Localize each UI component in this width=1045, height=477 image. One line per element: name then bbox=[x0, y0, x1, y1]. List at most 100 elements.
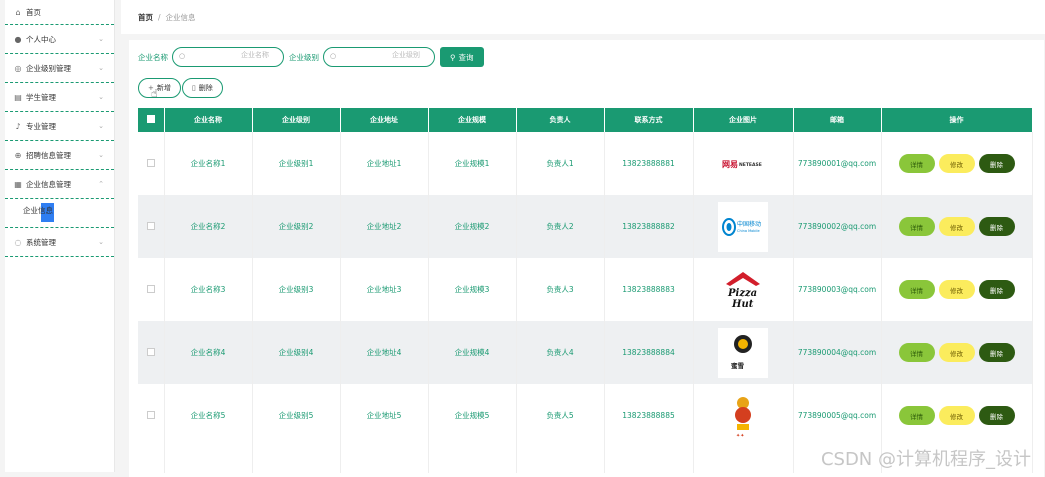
mixue-logo: 蜜雪 bbox=[718, 327, 768, 378]
sidebar-item-label: 系统管理 bbox=[26, 237, 56, 247]
svg-text:✦✦: ✦✦ bbox=[736, 433, 744, 439]
detail-button[interactable]: 详情 bbox=[898, 406, 935, 425]
partial-cell bbox=[516, 447, 605, 473]
row-delete-button[interactable]: 删除 bbox=[978, 280, 1015, 299]
breadcrumb-home[interactable]: 首页 bbox=[138, 12, 153, 23]
row-checkbox[interactable] bbox=[146, 410, 155, 419]
row-select-cell[interactable] bbox=[138, 384, 165, 447]
svg-text:中国移动: 中国移动 bbox=[737, 220, 761, 228]
sidebar-item-recruit[interactable]: ⊕ 招聘信息管理 ⌄ bbox=[5, 141, 114, 170]
sidebar-item-system[interactable]: ◌ 系统管理 ⌄ bbox=[5, 228, 114, 257]
owner-cell: 负责人5 bbox=[516, 384, 605, 447]
operations-group: 详情 修改 删除 bbox=[882, 280, 1032, 299]
logo-cell: ✦✦ bbox=[693, 384, 794, 447]
sidebar-item-label: 招聘信息管理 bbox=[26, 150, 71, 160]
select-all-cell[interactable] bbox=[138, 108, 165, 132]
phone-cell: 13823888881 bbox=[604, 132, 694, 195]
company-name-cell: 企业名称5 bbox=[164, 384, 253, 447]
company-level-cell: 企业级别4 bbox=[252, 321, 341, 384]
major-icon: ♪ bbox=[15, 121, 21, 131]
logo-cell: 蜜雪 bbox=[693, 321, 794, 384]
logo-cell: 网易 NETEASE bbox=[693, 132, 794, 195]
add-button-label: 新增 bbox=[156, 84, 171, 92]
sidebar-item-home[interactable]: ⌂ 首页 bbox=[5, 0, 114, 25]
detail-button[interactable]: 详情 bbox=[898, 217, 935, 236]
mascot-logo: ✦✦ bbox=[718, 390, 768, 441]
row-select-cell[interactable] bbox=[138, 195, 165, 258]
query-button[interactable]: ⚲ 查询 bbox=[440, 47, 484, 67]
breadcrumb: 首页 / 企业信息 bbox=[121, 0, 1045, 34]
owner-cell: 负责人3 bbox=[516, 258, 605, 321]
phone-cell: 13823888885 bbox=[604, 384, 694, 447]
row-checkbox[interactable] bbox=[146, 221, 155, 230]
row-select-cell[interactable] bbox=[138, 258, 165, 321]
column-header: 企业名称 bbox=[164, 108, 253, 132]
partial-cell bbox=[252, 447, 341, 473]
owner-cell: 负责人2 bbox=[516, 195, 605, 258]
svg-text:蜜雪: 蜜雪 bbox=[731, 361, 745, 370]
row-checkbox[interactable] bbox=[146, 347, 155, 356]
partial-cell bbox=[164, 447, 253, 473]
add-button[interactable]: + 新增 bbox=[138, 78, 181, 98]
app-root: ⌂ 首页 ● 个人中心 ⌄ ◎ 企业级别管理 ⌄ ▤ 学生管理 ⌄ ♪ 专业管理… bbox=[0, 0, 1045, 477]
svg-text:NETEASE: NETEASE bbox=[739, 162, 762, 168]
row-checkbox[interactable] bbox=[146, 158, 155, 167]
sidebar-item-profile[interactable]: ● 个人中心 ⌄ bbox=[5, 25, 114, 54]
operations-group: 详情 修改 删除 bbox=[882, 343, 1032, 362]
sidebar-item-students[interactable]: ▤ 学生管理 ⌄ bbox=[5, 83, 114, 112]
sidebar-item-company-level[interactable]: ◎ 企业级别管理 ⌄ bbox=[5, 54, 114, 83]
sidebar-item-label: 企业信息管理 bbox=[26, 179, 71, 189]
detail-button[interactable]: 详情 bbox=[898, 343, 935, 362]
table-row: 企业名称2 企业级别2 企业地址2 企业规模2 负责人2 13823888882… bbox=[138, 195, 1033, 258]
operations-cell: 详情 修改 删除 bbox=[881, 258, 1033, 321]
edit-button[interactable]: 修改 bbox=[938, 280, 975, 299]
detail-button[interactable]: 详情 bbox=[898, 154, 935, 173]
row-delete-button[interactable]: 删除 bbox=[978, 343, 1015, 362]
column-header: 操作 bbox=[881, 108, 1033, 132]
search-form: 企业名称 ○ 企业级别 ○ ⚲ 查询 bbox=[138, 47, 484, 67]
trash-icon: ▯ bbox=[191, 84, 196, 92]
company-level-field[interactable]: ○ bbox=[323, 47, 435, 67]
main-area: 首页 / 企业信息 企业名称 ○ 企业级别 ○ ⚲ 查询 bbox=[121, 0, 1045, 477]
row-delete-button[interactable]: 删除 bbox=[978, 154, 1015, 173]
delete-button[interactable]: ▯ 删除 bbox=[181, 78, 223, 98]
sidebar-item-company-info[interactable]: ▦ 企业信息管理 ⌃ bbox=[5, 170, 114, 199]
edit-button[interactable]: 修改 bbox=[938, 217, 975, 236]
search-icon: ○ bbox=[179, 52, 186, 60]
sidebar-item-majors[interactable]: ♪ 专业管理 ⌄ bbox=[5, 112, 114, 141]
row-select-cell[interactable] bbox=[138, 132, 165, 195]
chevron-down-icon: ⌄ bbox=[98, 238, 104, 246]
edit-button[interactable]: 修改 bbox=[938, 406, 975, 425]
company-address-cell: 企业地址3 bbox=[340, 258, 429, 321]
column-header: 企业图片 bbox=[693, 108, 794, 132]
partial-cell bbox=[340, 447, 429, 473]
row-checkbox[interactable] bbox=[146, 284, 155, 293]
select-all-checkbox[interactable] bbox=[146, 115, 155, 123]
partial-cell bbox=[138, 447, 165, 473]
table-row: 企业名称1 企业级别1 企业地址1 企业规模1 负责人1 13823888881… bbox=[138, 132, 1033, 195]
row-delete-button[interactable]: 删除 bbox=[978, 406, 1015, 425]
edit-button[interactable]: 修改 bbox=[938, 343, 975, 362]
chevron-down-icon: ⌄ bbox=[98, 122, 104, 130]
sidebar-subitem-company-info[interactable]: 企业信息 bbox=[5, 199, 114, 228]
edit-button[interactable]: 修改 bbox=[938, 154, 975, 173]
detail-button[interactable]: 详情 bbox=[898, 280, 935, 299]
sidebar-item-label: 个人中心 bbox=[26, 34, 56, 44]
company-scale-cell: 企业规模5 bbox=[428, 384, 517, 447]
pizza-hut-logo: Pizza Hut bbox=[718, 264, 768, 315]
hand-cursor-icon: ☝ bbox=[151, 87, 158, 100]
chevron-down-icon: ⌄ bbox=[98, 93, 104, 101]
phone-cell: 13823888883 bbox=[604, 258, 694, 321]
svg-text:Pizza: Pizza bbox=[727, 288, 757, 299]
sidebar-item-label: 首页 bbox=[26, 7, 41, 17]
company-name-field[interactable]: ○ bbox=[172, 47, 284, 67]
company-level-cell: 企业级别5 bbox=[252, 384, 341, 447]
company-address-cell: 企业地址5 bbox=[340, 384, 429, 447]
company-scale-cell: 企业规模1 bbox=[428, 132, 517, 195]
row-delete-button[interactable]: 删除 bbox=[978, 217, 1015, 236]
operations-cell: 详情 修改 删除 bbox=[881, 132, 1033, 195]
row-select-cell[interactable] bbox=[138, 321, 165, 384]
operations-cell: 详情 修改 删除 bbox=[881, 195, 1033, 258]
company-level-input[interactable] bbox=[350, 51, 420, 59]
company-name-input[interactable] bbox=[199, 51, 269, 59]
